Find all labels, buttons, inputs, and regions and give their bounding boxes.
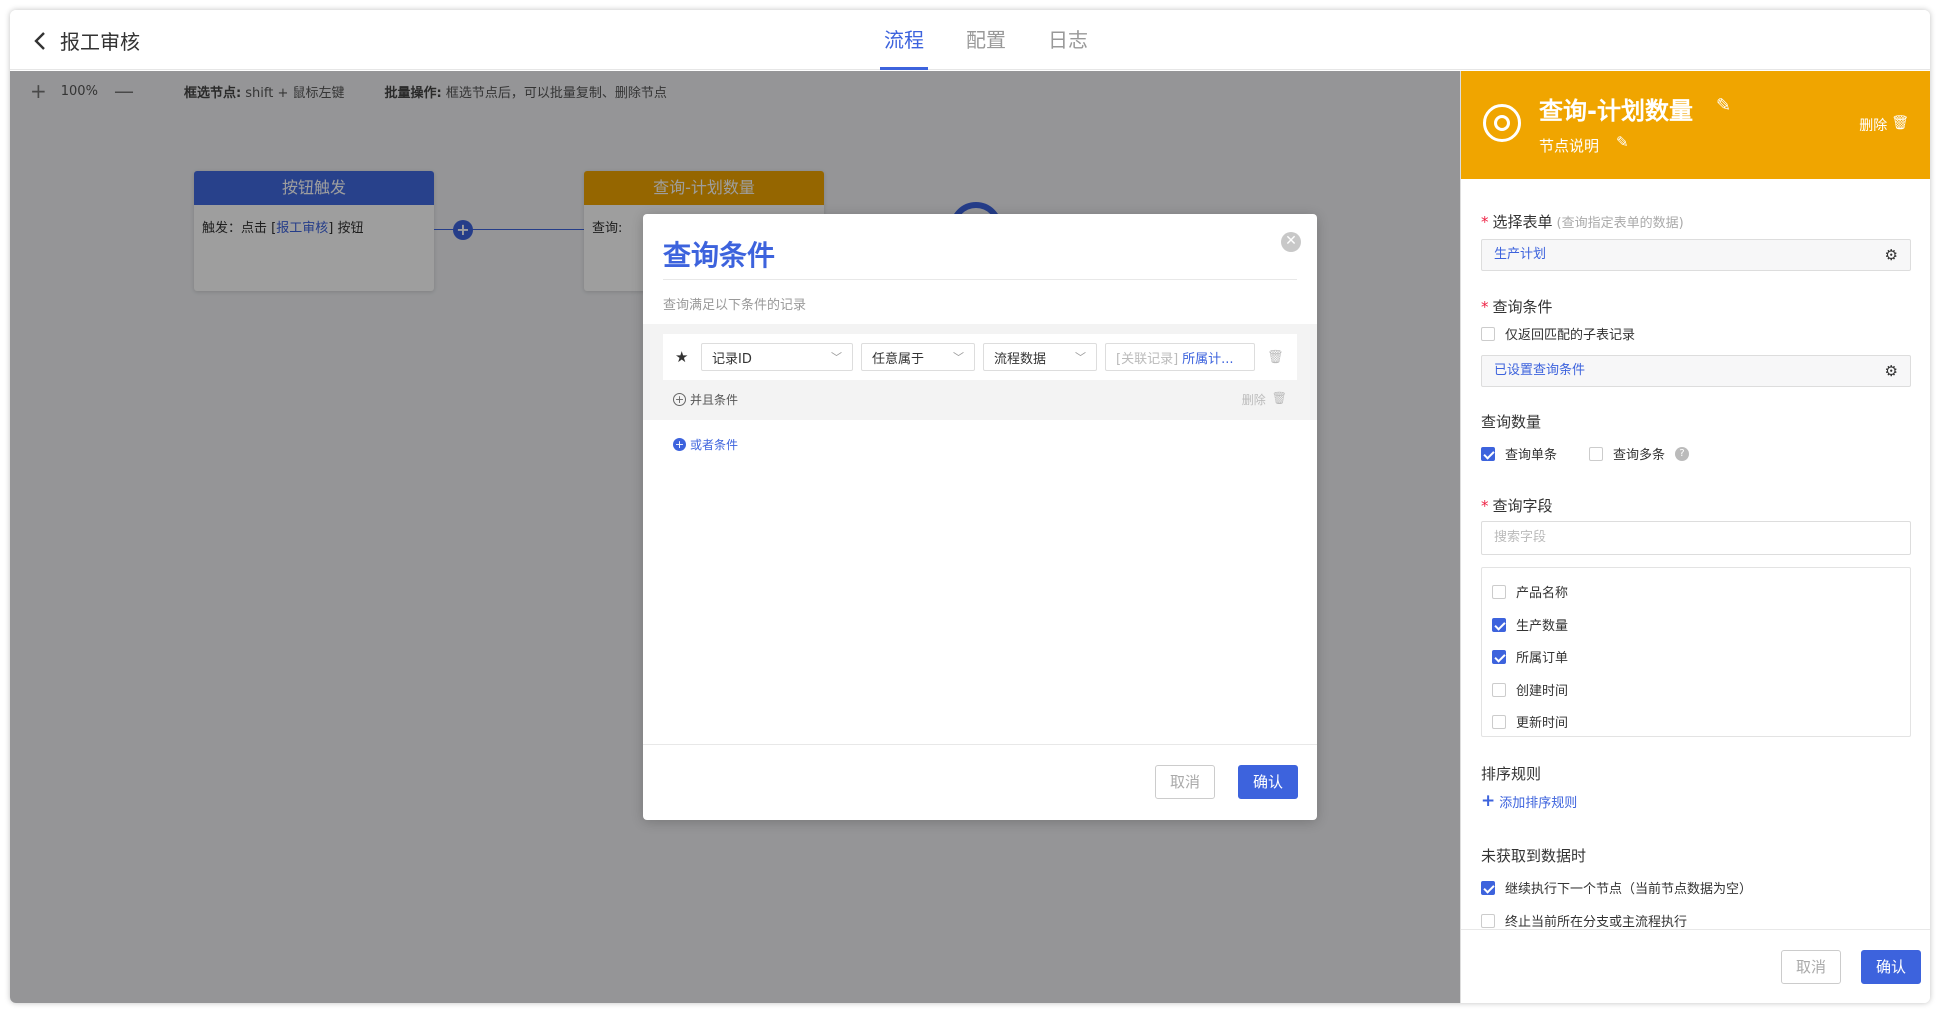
query-condition-field[interactable]: 已设置查询条件 ⚙ xyxy=(1481,355,1911,387)
condition-group: ★ 记录ID ﹀ 任意属于 ﹀ 流程数据 ﹀ [关联记录] 所属计... 🗑 + 并且条… xyxy=(643,324,1317,420)
field-checkbox[interactable]: 创建时间 xyxy=(1492,680,1568,699)
close-icon[interactable]: ✕ xyxy=(1281,232,1301,252)
query-multiple-checkbox[interactable]: 查询多条? xyxy=(1589,444,1690,463)
delete-group-button[interactable]: 删除 🗑 xyxy=(1242,391,1287,408)
help-icon[interactable]: ? xyxy=(1675,446,1690,461)
field-checkbox[interactable]: 产品名称 xyxy=(1492,582,1568,601)
trash-icon: 🗑 xyxy=(1891,115,1909,131)
trash-icon: 🗑 xyxy=(1271,391,1287,405)
node-description[interactable]: 节点说明 xyxy=(1539,135,1599,156)
field-checkbox[interactable]: 所属订单 xyxy=(1492,647,1568,666)
query-icon xyxy=(1483,104,1521,142)
chevron-down-icon: ﹀ xyxy=(953,351,964,364)
panel-title: 查询-计划数量 xyxy=(1539,97,1693,125)
query-count-label: 查询数量 xyxy=(1481,413,1542,431)
gear-icon[interactable]: ⚙ xyxy=(1885,356,1898,386)
edit-icon[interactable]: ✎ xyxy=(1616,133,1629,151)
panel-header: 查询-计划数量 ✎ 节点说明 ✎ 删除 🗑 xyxy=(1461,71,1930,179)
query-condition-label: * 查询条件 xyxy=(1481,298,1553,316)
tab-log[interactable]: 日志 xyxy=(1044,10,1092,70)
source-select[interactable]: 流程数据 ﹀ xyxy=(983,343,1097,371)
condition-row: ★ 记录ID ﹀ 任意属于 ﹀ 流程数据 ﹀ [关联记录] 所属计... 🗑 xyxy=(663,334,1297,380)
operator-select[interactable]: 任意属于 ﹀ xyxy=(861,343,975,371)
chevron-down-icon: ﹀ xyxy=(1075,351,1086,364)
chevron-down-icon: ﹀ xyxy=(831,351,842,364)
continue-next-checkbox[interactable]: 继续执行下一个节点（当前节点数据为空） xyxy=(1481,878,1752,897)
only-matched-checkbox[interactable]: 仅返回匹配的子表记录 xyxy=(1481,324,1635,343)
plus-circle-icon: + xyxy=(673,438,686,451)
field-checkbox[interactable]: 生产数量 xyxy=(1492,615,1568,634)
query-fields-label: * 查询字段 xyxy=(1481,497,1553,515)
modal-title: 查询条件 xyxy=(663,239,776,272)
plus-circle-icon: + xyxy=(673,393,686,406)
field-list: 产品名称 生产数量 所属订单 创建时间 更新时间 xyxy=(1481,567,1911,737)
and-condition-button[interactable]: + 并且条件 xyxy=(673,391,738,408)
node-config-panel: 查询-计划数量 ✎ 节点说明 ✎ 删除 🗑 * 选择表单 (查询指定表单的数据) 生产… xyxy=(1460,71,1930,1003)
field-select[interactable]: 记录ID ﹀ xyxy=(701,343,853,371)
or-condition-button[interactable]: + 或者条件 xyxy=(673,436,738,453)
panel-cancel-button[interactable]: 取消 xyxy=(1781,950,1841,984)
plus-icon: + xyxy=(1481,791,1496,811)
star-icon: ★ xyxy=(675,348,689,366)
query-condition-modal: 查询条件 ✕ 查询满足以下条件的记录 ★ 记录ID ﹀ 任意属于 ﹀ 流程数据 ﹀ [… xyxy=(643,214,1317,820)
gear-icon[interactable]: ⚙ xyxy=(1885,240,1898,270)
query-single-checkbox[interactable]: 查询单条 xyxy=(1481,444,1557,463)
select-form-label: * 选择表单 (查询指定表单的数据) xyxy=(1481,213,1684,231)
modal-cancel-button[interactable]: 取消 xyxy=(1155,765,1215,799)
edit-icon[interactable]: ✎ xyxy=(1716,95,1731,116)
back-button[interactable]: 报工审核 xyxy=(32,26,140,55)
related-record-select[interactable]: [关联记录] 所属计... xyxy=(1105,343,1255,371)
no-data-label: 未获取到数据时 xyxy=(1481,847,1587,865)
page-title: 报工审核 xyxy=(60,30,140,54)
terminate-checkbox[interactable]: 终止当前所在分支或主流程执行 xyxy=(1481,911,1687,930)
field-checkbox[interactable]: 更新时间 xyxy=(1492,712,1568,731)
select-form-field[interactable]: 生产计划 ⚙ xyxy=(1481,239,1911,271)
app-window: 报工审核 流程 配置 日志 + 100% — 框选节点: shift + 鼠标左… xyxy=(10,10,1930,1003)
tab-bar: 流程 配置 日志 xyxy=(880,10,1092,70)
top-bar: 报工审核 流程 配置 日志 xyxy=(10,10,1930,70)
delete-node-button[interactable]: 删除 🗑 xyxy=(1859,115,1909,135)
divider xyxy=(663,279,1297,280)
add-sort-rule-button[interactable]: + 添加排序规则 xyxy=(1481,791,1577,811)
field-search-input[interactable]: 搜索字段 xyxy=(1481,521,1911,555)
tab-config[interactable]: 配置 xyxy=(962,10,1010,70)
sort-rules-label: 排序规则 xyxy=(1481,765,1542,783)
modal-confirm-button[interactable]: 确认 xyxy=(1238,765,1298,799)
modal-subtitle: 查询满足以下条件的记录 xyxy=(663,298,807,313)
modal-footer: 取消 确认 xyxy=(643,744,1317,820)
panel-confirm-button[interactable]: 确认 xyxy=(1861,950,1921,984)
trash-icon[interactable]: 🗑 xyxy=(1267,350,1284,365)
panel-footer: 取消 确认 xyxy=(1461,929,1930,1003)
chevron-left-icon xyxy=(34,31,45,50)
tab-flow[interactable]: 流程 xyxy=(880,10,928,70)
